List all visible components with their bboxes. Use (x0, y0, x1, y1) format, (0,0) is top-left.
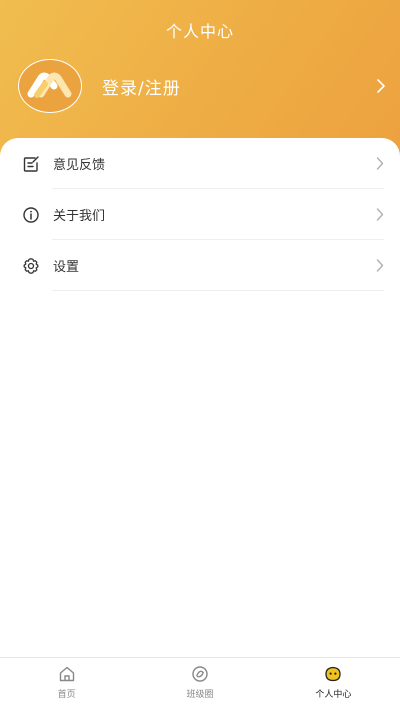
menu-item-settings[interactable]: 设置 (0, 240, 400, 291)
class-circle-icon (192, 666, 208, 682)
login-register-row[interactable]: 登录/注册 (16, 56, 388, 116)
tab-label: 首页 (57, 690, 76, 700)
login-register-label[interactable]: 登录/注册 (102, 74, 376, 99)
chevron-right-icon (376, 259, 384, 272)
app-logo-icon (19, 60, 81, 112)
menu-item-feedback[interactable]: 意见反馈 (0, 138, 400, 189)
tab-class-circle[interactable]: 班级圈 (133, 658, 266, 711)
tab-label: 班级圈 (186, 690, 214, 700)
home-icon (59, 666, 74, 682)
chevron-right-icon (376, 157, 384, 170)
profile-icon (325, 666, 341, 682)
tab-profile[interactable]: 个人中心 (267, 658, 400, 711)
chevron-right-icon (376, 208, 384, 221)
tab-label: 个人中心 (315, 690, 352, 700)
avatar[interactable] (16, 57, 84, 115)
feedback-icon (23, 155, 39, 172)
menu-item-label: 意见反馈 (53, 158, 106, 173)
menu-item-about[interactable]: 关于我们 (0, 189, 400, 240)
menu-item-label: 设置 (53, 260, 80, 275)
menu-card: 意见反馈 关于我们 设置 (0, 138, 400, 658)
bottom-tab-bar: 首页 班级圈 个人中心 (0, 657, 400, 711)
gear-icon (23, 257, 39, 274)
chevron-right-icon (377, 79, 385, 93)
menu-item-label: 关于我们 (53, 209, 106, 224)
tab-home[interactable]: 首页 (0, 658, 133, 711)
profile-screen: 个人中心 登录/注册 意见反馈 关于我们 设置 首页 班级圈 个人中心 (0, 0, 400, 711)
info-icon (23, 206, 39, 223)
page-title: 个人中心 (165, 22, 234, 41)
